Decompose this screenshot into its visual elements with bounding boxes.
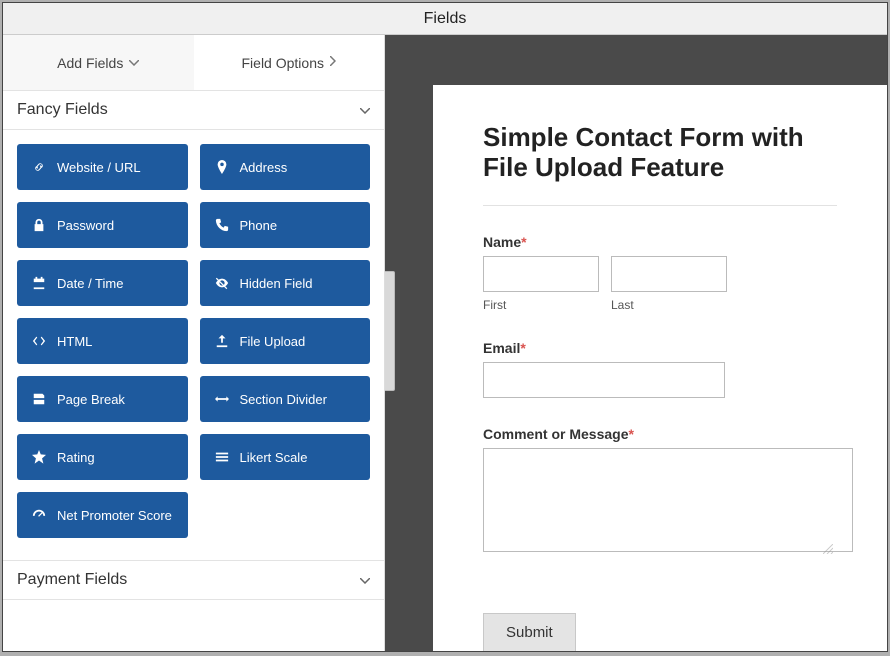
field-email: Email* <box>483 340 837 398</box>
name-label: Name* <box>483 234 837 250</box>
drop-placeholder <box>385 271 395 391</box>
chevron-right-icon <box>330 56 336 69</box>
eye-slash-icon <box>214 275 230 291</box>
arrows-h-icon <box>214 391 230 407</box>
map-pin-icon <box>214 159 230 175</box>
last-name-sublabel: Last <box>611 298 727 312</box>
first-name-input[interactable] <box>483 256 599 292</box>
required-indicator: * <box>628 426 633 442</box>
window-title: Fields <box>424 10 467 27</box>
left-panel: Add Fields Field Options Fancy Fields <box>3 35 385 651</box>
email-input[interactable] <box>483 362 725 398</box>
email-label: Email* <box>483 340 837 356</box>
preview-area: Simple Contact Form with File Upload Fea… <box>385 35 887 651</box>
field-website-url[interactable]: Website / URL <box>17 144 188 190</box>
field-label: Password <box>57 218 114 233</box>
field-html[interactable]: HTML <box>17 318 188 364</box>
tab-field-options-label: Field Options <box>242 55 324 71</box>
gauge-icon <box>31 507 47 523</box>
form-canvas: Simple Contact Form with File Upload Fea… <box>433 85 887 651</box>
field-comment: Comment or Message* <box>483 426 837 555</box>
field-label: Likert Scale <box>240 450 308 465</box>
field-label: Rating <box>57 450 95 465</box>
field-likert-scale[interactable]: Likert Scale <box>200 434 371 480</box>
link-icon <box>31 159 47 175</box>
field-nps[interactable]: Net Promoter Score <box>17 492 188 538</box>
section-payment-label: Payment Fields <box>17 571 127 589</box>
tab-add-fields-label: Add Fields <box>57 55 123 71</box>
resize-grip-icon <box>823 541 833 551</box>
field-label: HTML <box>57 334 92 349</box>
chevron-down-icon <box>129 57 139 69</box>
field-file-upload[interactable]: File Upload <box>200 318 371 364</box>
comment-textarea[interactable] <box>483 448 853 552</box>
sliders-icon <box>214 449 230 465</box>
field-name: Name* First Last <box>483 234 837 312</box>
tab-add-fields[interactable]: Add Fields <box>3 35 194 90</box>
field-label: Net Promoter Score <box>57 508 172 523</box>
code-icon <box>31 333 47 349</box>
submit-button[interactable]: Submit <box>483 613 576 651</box>
divider <box>483 205 837 206</box>
form-title: Simple Contact Form with File Upload Fea… <box>483 123 837 183</box>
field-label: Phone <box>240 218 278 233</box>
calendar-icon <box>31 275 47 291</box>
fancy-fields-grid: Website / URL Address Password <box>3 130 384 552</box>
window-titlebar: Fields <box>3 3 887 35</box>
star-icon <box>31 449 47 465</box>
field-page-break[interactable]: Page Break <box>17 376 188 422</box>
field-section-divider[interactable]: Section Divider <box>200 376 371 422</box>
comment-label: Comment or Message* <box>483 426 837 442</box>
field-label: Date / Time <box>57 276 123 291</box>
section-payment-fields[interactable]: Payment Fields <box>3 560 384 600</box>
panel-tabs: Add Fields Field Options <box>3 35 384 91</box>
required-indicator: * <box>520 340 525 356</box>
section-fancy-label: Fancy Fields <box>17 101 108 119</box>
phone-icon <box>214 217 230 233</box>
field-address[interactable]: Address <box>200 144 371 190</box>
name-inputs: First Last <box>483 256 837 312</box>
field-password[interactable]: Password <box>17 202 188 248</box>
lock-icon <box>31 217 47 233</box>
last-name-input[interactable] <box>611 256 727 292</box>
required-indicator: * <box>521 234 526 250</box>
tab-field-options[interactable]: Field Options <box>194 35 385 90</box>
main-area: Add Fields Field Options Fancy Fields <box>3 35 887 651</box>
chevron-down-icon <box>360 573 370 587</box>
chevron-down-icon <box>360 103 370 117</box>
section-fancy-fields[interactable]: Fancy Fields <box>3 91 384 130</box>
field-date-time[interactable]: Date / Time <box>17 260 188 306</box>
field-label: Page Break <box>57 392 125 407</box>
field-label: Website / URL <box>57 160 141 175</box>
page-break-icon <box>31 391 47 407</box>
field-label: Section Divider <box>240 392 327 407</box>
first-name-sublabel: First <box>483 298 599 312</box>
upload-icon <box>214 333 230 349</box>
field-rating[interactable]: Rating <box>17 434 188 480</box>
field-phone[interactable]: Phone <box>200 202 371 248</box>
field-label: Address <box>240 160 288 175</box>
app-window: Fields Add Fields Field Options <box>2 2 888 652</box>
field-label: Hidden Field <box>240 276 313 291</box>
field-label: File Upload <box>240 334 306 349</box>
field-hidden[interactable]: Hidden Field <box>200 260 371 306</box>
